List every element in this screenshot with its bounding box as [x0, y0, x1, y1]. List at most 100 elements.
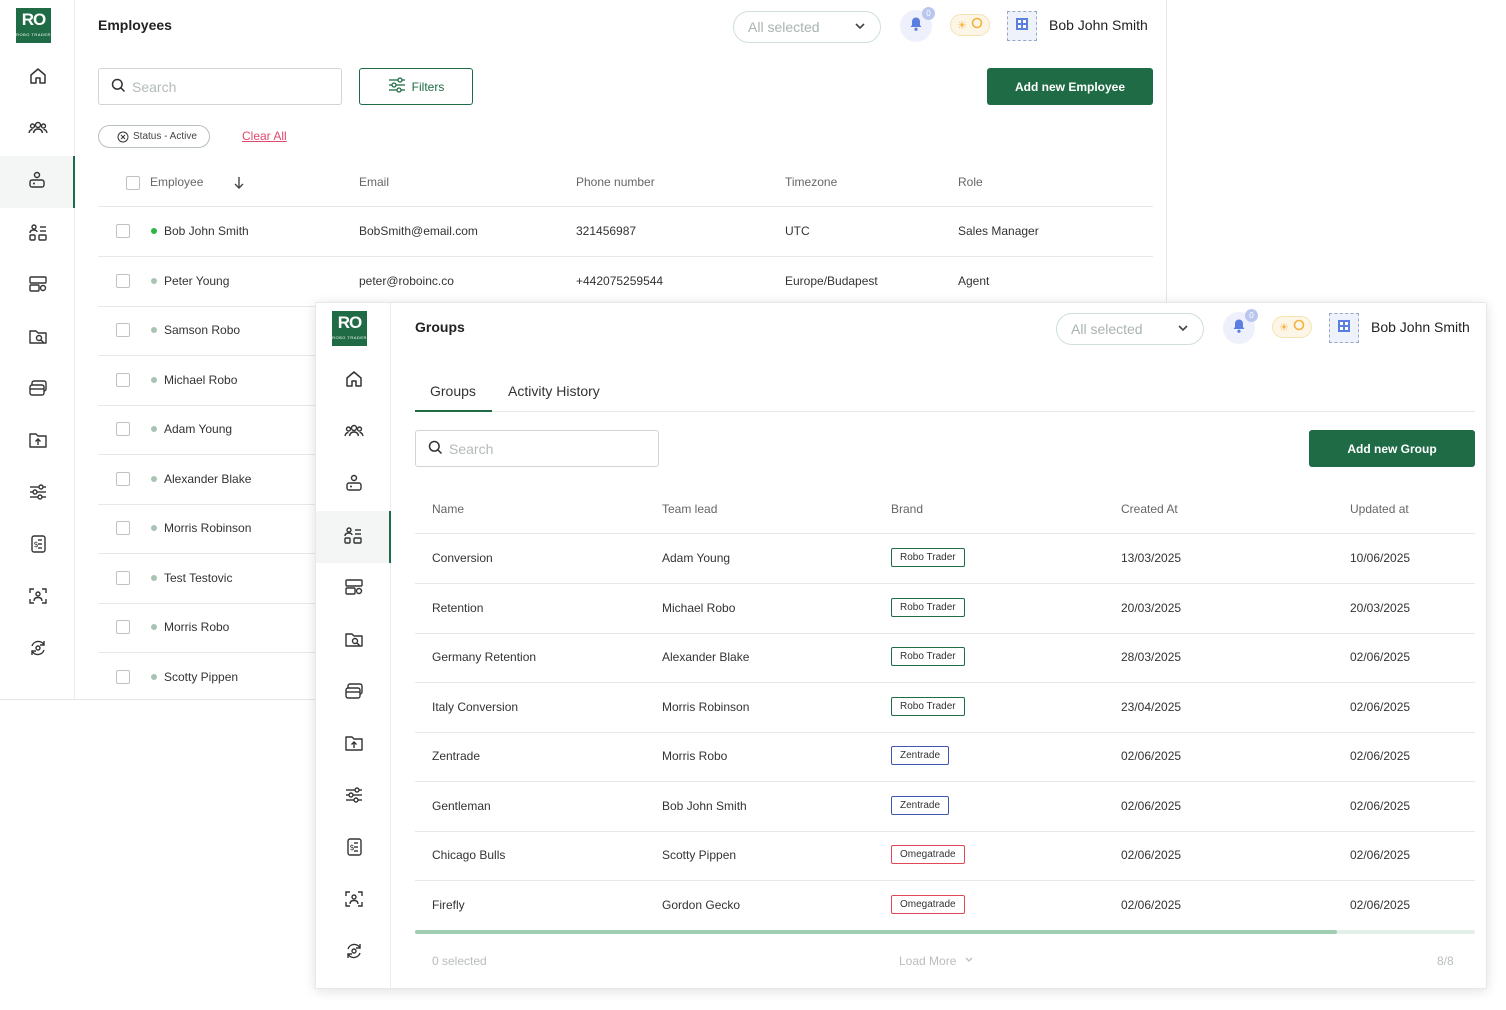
sidebar-item-desks[interactable]	[0, 260, 75, 312]
selected-count: 0 selected	[432, 954, 487, 968]
sidebar-item-home[interactable]	[0, 52, 75, 104]
load-more-button[interactable]: Load More	[899, 954, 974, 968]
row-checkbox[interactable]	[116, 471, 130, 486]
sidebar-item-settings-sliders[interactable]	[0, 468, 75, 520]
logo: RO ROBO TRADER	[332, 311, 367, 346]
employee-name[interactable]: Adam Young	[164, 422, 232, 436]
add-group-button[interactable]: Add new Group	[1309, 430, 1475, 467]
clear-all-link[interactable]: Clear All	[242, 129, 287, 143]
active-tab-indicator	[415, 410, 492, 412]
brand-badge: Robo Trader	[891, 548, 965, 567]
filters-button[interactable]: Filters	[359, 68, 473, 105]
avatar[interactable]	[1007, 11, 1037, 41]
search-placeholder: Search	[449, 440, 494, 457]
brand-select[interactable]: All selected	[733, 11, 881, 43]
group-name[interactable]: Firefly	[432, 898, 465, 912]
employee-name[interactable]: Bob John Smith	[164, 224, 249, 238]
employee-name[interactable]: Morris Robo	[164, 620, 229, 634]
sidebar-item-lead-search[interactable]	[0, 312, 75, 364]
column-header-updated-at: Updated at	[1350, 502, 1409, 516]
sidebar-item-upload-folder[interactable]	[316, 719, 391, 771]
group-name[interactable]: Conversion	[432, 551, 493, 565]
group-name[interactable]: Retention	[432, 601, 483, 615]
search-input[interactable]: Search	[98, 68, 342, 105]
sidebar-item-groups[interactable]	[316, 511, 391, 563]
svg-text:$: $	[33, 540, 38, 549]
employee-name[interactable]: Alexander Blake	[164, 472, 251, 486]
remove-filter-icon[interactable]	[117, 131, 129, 146]
employee-name[interactable]: Michael Robo	[164, 373, 237, 387]
notifications-button[interactable]: 0	[900, 7, 935, 42]
sort-down-icon[interactable]	[233, 176, 245, 195]
search-placeholder: Search	[132, 78, 177, 95]
row-checkbox[interactable]	[116, 224, 130, 238]
sidebar-item-employee[interactable]	[0, 156, 75, 208]
row-divider	[415, 583, 1475, 584]
sidebar-item-employee[interactable]	[316, 459, 391, 511]
sidebar-item-users[interactable]	[316, 407, 391, 459]
sidebar-item-scan[interactable]	[316, 875, 391, 927]
group-team-lead: Gordon Gecko	[662, 897, 741, 912]
horizontal-scrollbar[interactable]	[415, 930, 1475, 934]
row-checkbox[interactable]	[116, 570, 130, 585]
sidebar-item-home[interactable]	[316, 355, 391, 407]
avatar[interactable]	[1329, 313, 1359, 343]
logo: RO ROBO TRADER	[16, 8, 51, 43]
user-name: Bob John Smith	[1049, 17, 1148, 33]
group-created-at: 20/03/2025	[1121, 600, 1182, 615]
search-input[interactable]: Search	[415, 430, 659, 467]
brand-select[interactable]: All selected	[1056, 313, 1204, 345]
bell-icon	[1231, 318, 1247, 339]
column-header-employee[interactable]: Employee	[150, 175, 203, 189]
tab-groups[interactable]: Groups	[430, 383, 476, 399]
row-checkbox[interactable]	[116, 422, 130, 436]
employee-phone: +442075259544	[576, 273, 664, 288]
sidebar-item-sync[interactable]	[0, 624, 75, 676]
sidebar-item-groups[interactable]	[0, 208, 75, 260]
row-checkbox[interactable]	[116, 372, 130, 387]
employee-name[interactable]: Scotty Pippen	[164, 670, 238, 684]
sidebar-item-settings-sliders[interactable]	[316, 771, 391, 823]
group-updated-at: 02/06/2025	[1350, 798, 1411, 813]
groups-icon	[27, 221, 49, 248]
group-name[interactable]: Zentrade	[432, 749, 480, 763]
select-all-checkbox[interactable]	[126, 176, 140, 190]
employee-name[interactable]: Test Testovic	[164, 571, 232, 585]
brand-badge: Robo Trader	[891, 696, 965, 716]
row-checkbox[interactable]	[116, 620, 130, 634]
sidebar-item-cards[interactable]	[316, 667, 391, 719]
sidebar-item-reports[interactable]: $	[0, 520, 75, 572]
group-team-lead: Alexander Blake	[662, 650, 750, 664]
notifications-button[interactable]: 0	[1223, 309, 1258, 344]
add-employee-button[interactable]: Add new Employee	[987, 68, 1153, 105]
sidebar-item-lead-search[interactable]	[316, 615, 391, 667]
sidebar-item-cards[interactable]	[0, 364, 75, 416]
scrollbar-thumb[interactable]	[415, 930, 1338, 934]
sidebar-item-sync[interactable]	[316, 927, 391, 979]
row-checkbox[interactable]	[116, 273, 130, 288]
employee-name[interactable]: Morris Robinson	[164, 521, 251, 535]
brand-badge: Omegatrade	[891, 894, 965, 914]
row-checkbox[interactable]	[116, 521, 130, 535]
group-name[interactable]: Chicago Bulls	[432, 848, 505, 862]
group-name[interactable]: Germany Retention	[432, 650, 536, 664]
row-checkbox[interactable]	[116, 323, 130, 337]
group-name[interactable]: Gentleman	[432, 799, 491, 813]
employee-icon	[343, 472, 365, 499]
moon-icon	[971, 16, 983, 34]
sidebar-item-reports[interactable]: $	[316, 823, 391, 875]
employee-name[interactable]: Peter Young	[164, 274, 229, 288]
employee-name[interactable]: Samson Robo	[164, 323, 240, 337]
sidebar-item-desks[interactable]	[316, 563, 391, 615]
group-name[interactable]: Italy Conversion	[432, 700, 518, 714]
sidebar-item-upload-folder[interactable]	[0, 416, 75, 468]
groups-window: RO ROBO TRADER $ Groups All selected 0 ☀…	[315, 302, 1487, 989]
sidebar-item-users[interactable]	[0, 104, 75, 156]
sidebar-item-scan[interactable]	[0, 572, 75, 624]
theme-toggle[interactable]: ☀	[950, 14, 990, 36]
theme-toggle[interactable]: ☀	[1272, 316, 1312, 338]
tab-activity-history[interactable]: Activity History	[508, 383, 600, 399]
filter-chip-status[interactable]: Status - Active	[98, 125, 210, 148]
row-checkbox[interactable]	[116, 669, 130, 684]
group-team-lead: Morris Robinson	[662, 699, 750, 714]
